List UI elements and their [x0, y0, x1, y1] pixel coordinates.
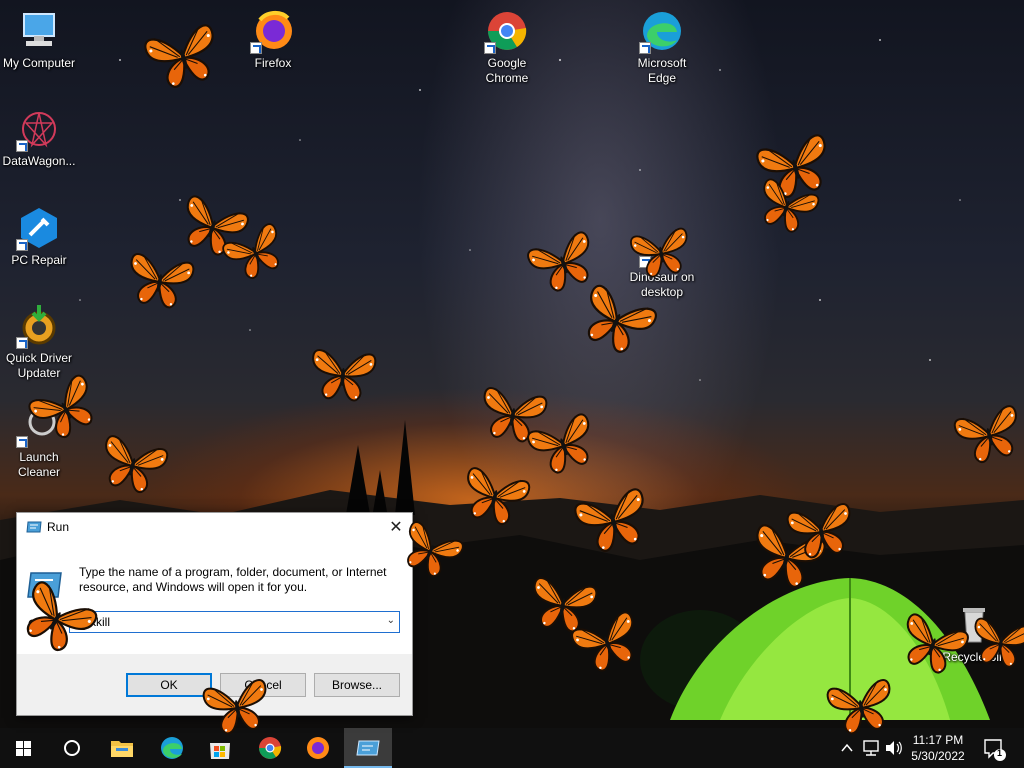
notification-count: 1	[997, 748, 1003, 758]
launch-cleaner-icon[interactable]: Launch Cleaner	[1, 402, 77, 480]
run-icon	[356, 740, 380, 756]
pc-repair-logo-icon	[16, 205, 62, 251]
open-combobox[interactable]: taskkill ⌄	[69, 611, 400, 633]
action-center-button[interactable]: 1	[978, 728, 1010, 768]
desktop-icon-label: Recycle Bin	[942, 650, 1006, 664]
datawagon-logo-icon	[16, 106, 62, 152]
edge-icon	[639, 8, 685, 54]
run-taskbar-button[interactable]	[344, 728, 392, 768]
run-body: Type the name of a program, folder, docu…	[17, 542, 412, 654]
run-titlebar[interactable]: Run ✕	[17, 513, 412, 542]
chevron-down-icon[interactable]: ⌄	[387, 615, 395, 626]
datawagon-icon[interactable]: DataWagon...	[1, 106, 77, 169]
desktop-icon-label: PC Repair	[11, 253, 67, 267]
close-button[interactable]: ✕	[380, 513, 412, 542]
store-button[interactable]	[196, 728, 244, 768]
desktop-icon-label: DataWagon...	[2, 154, 76, 168]
desktop-icon-label: My Computer	[2, 56, 76, 70]
store-icon	[210, 743, 230, 759]
network-icon	[863, 740, 879, 756]
firefox-icon	[250, 8, 296, 54]
run-description: Type the name of a program, folder, docu…	[79, 565, 387, 594]
file-explorer-button[interactable]	[98, 728, 146, 768]
desktop-icon-label: Dinosaur on desktop	[629, 270, 695, 299]
dinosaur-icon	[639, 222, 685, 268]
taskbar-clock[interactable]: 11:17 PM 5/30/2022	[906, 732, 970, 764]
chevron-up-icon	[841, 743, 853, 752]
browse-button[interactable]: Browse...	[314, 673, 400, 697]
pc-repair-icon[interactable]: PC Repair	[1, 205, 77, 268]
show-hidden-icons-button[interactable]	[838, 728, 856, 768]
recycle-bin-icon	[951, 602, 997, 648]
open-label: Open:	[28, 617, 61, 631]
start-button[interactable]	[0, 728, 48, 768]
clock-date: 5/30/2022	[911, 749, 965, 763]
volume-button[interactable]	[882, 728, 904, 768]
desktop-icon-label: Microsoft Edge	[637, 56, 687, 85]
driver-updater-logo-icon	[16, 303, 62, 349]
run-icon	[26, 521, 42, 533]
firefox-icon	[307, 737, 329, 759]
edge-icon	[161, 737, 183, 759]
notification-icon	[984, 739, 1006, 761]
desktop-icon-label: Quick Driver Updater	[5, 351, 72, 380]
run-title: Run	[47, 520, 70, 534]
ok-button[interactable]: OK	[126, 673, 212, 697]
firefox-taskbar-button[interactable]	[294, 728, 342, 768]
file-explorer-icon	[111, 741, 133, 757]
chrome-icon	[259, 737, 282, 759]
firefox-desktop-icon[interactable]: Firefox	[235, 8, 311, 71]
chrome-icon	[484, 8, 530, 54]
desktop-icon-label: Firefox	[254, 56, 292, 70]
cortana-icon	[64, 740, 80, 756]
volume-icon	[886, 741, 902, 755]
dinosaur-desktop-icon[interactable]: Dinosaur on desktop	[624, 222, 700, 300]
cleaner-logo-icon	[16, 402, 62, 448]
chrome-taskbar-button[interactable]	[246, 728, 294, 768]
my-computer-icon[interactable]: My Computer	[1, 8, 77, 71]
open-input-value[interactable]: taskkill	[74, 615, 110, 629]
start-icon	[16, 741, 31, 756]
recycle-bin-desktop-icon[interactable]: Recycle Bin	[936, 602, 1012, 665]
quick-driver-updater-icon[interactable]: Quick Driver Updater	[1, 303, 77, 381]
run-dialog: Run ✕ Type the name of a program, folder…	[16, 512, 413, 716]
desktop-icon-label: Launch Cleaner	[17, 450, 61, 479]
taskbar: 11:17 PM 5/30/2022 1	[0, 728, 1024, 768]
cortana-button[interactable]	[48, 728, 96, 768]
cancel-button[interactable]: Cancel	[220, 673, 306, 697]
network-button[interactable]	[860, 728, 882, 768]
edge-taskbar-button[interactable]	[148, 728, 196, 768]
google-chrome-desktop-icon[interactable]: Google Chrome	[469, 8, 545, 86]
microsoft-edge-desktop-icon[interactable]: Microsoft Edge	[624, 8, 700, 86]
run-large-icon	[27, 570, 63, 600]
computer-icon	[16, 8, 62, 54]
desktop-icon-label: Google Chrome	[485, 56, 529, 85]
clock-time: 11:17 PM	[912, 733, 964, 747]
